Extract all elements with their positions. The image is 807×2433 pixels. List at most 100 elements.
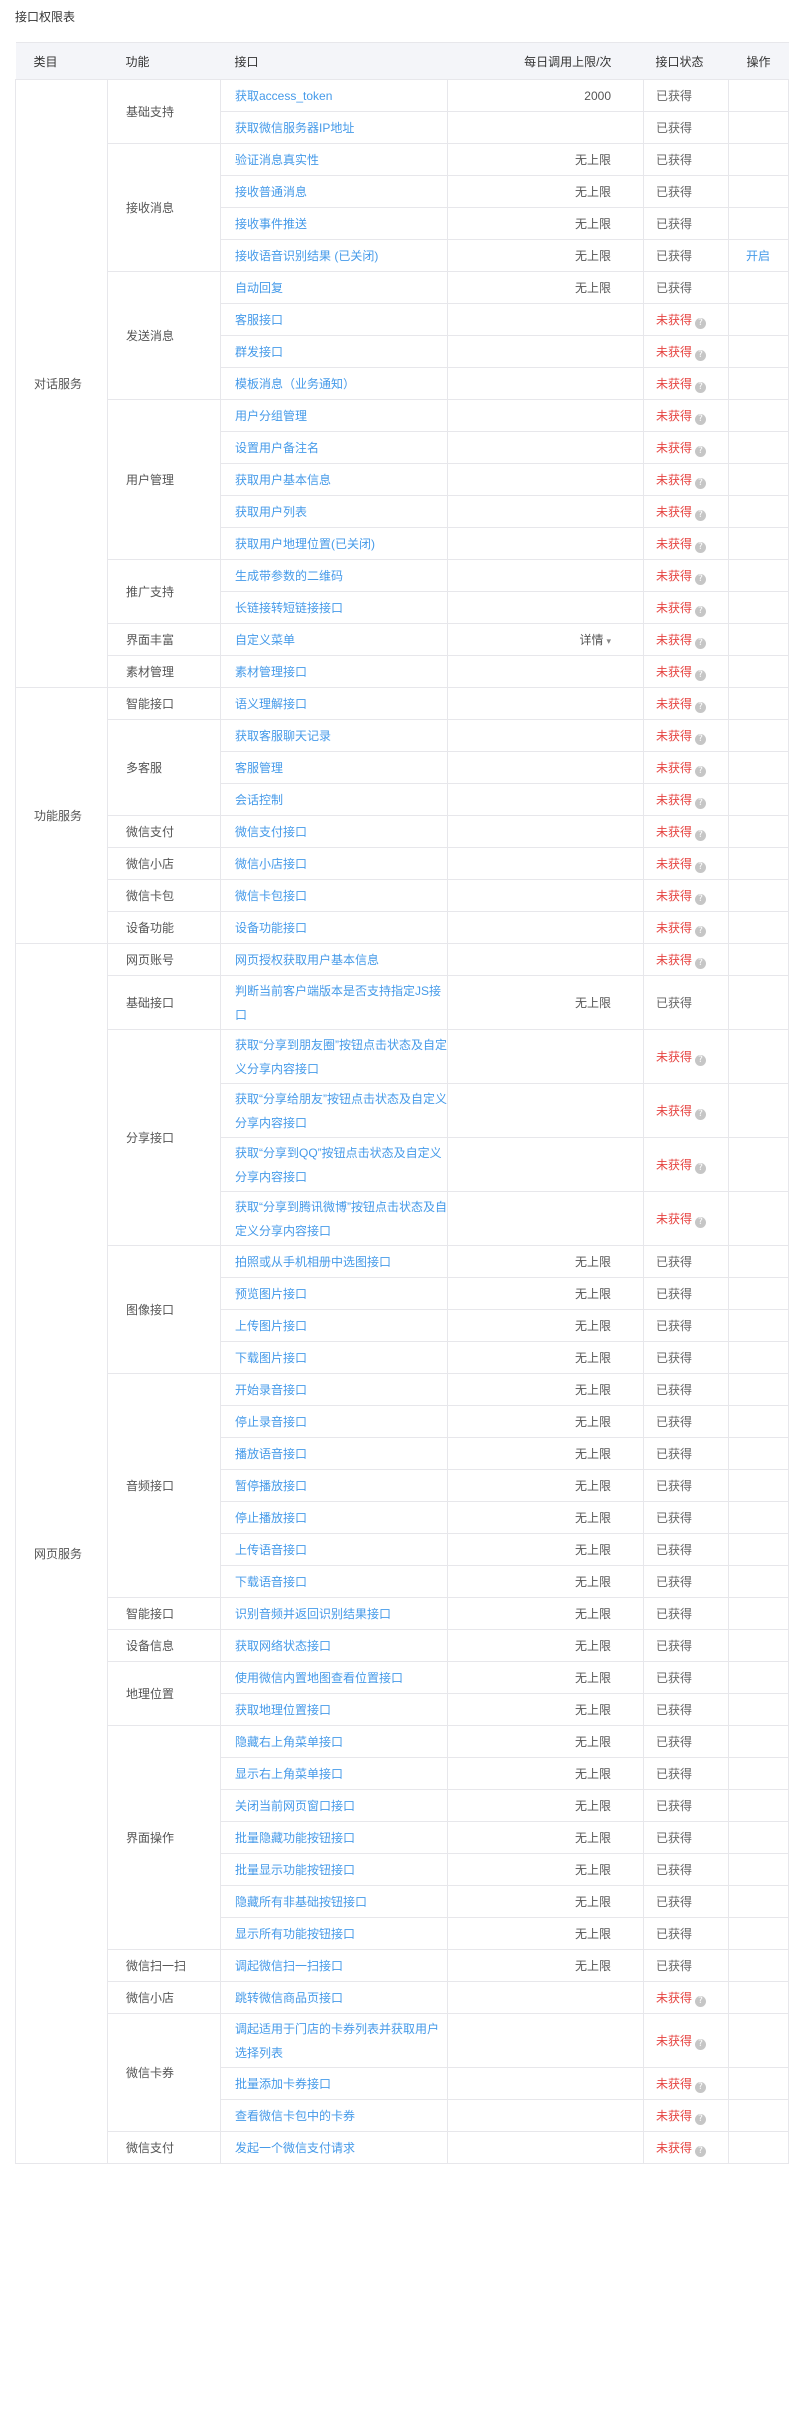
help-icon[interactable]: ? <box>695 1216 707 1228</box>
help-icon[interactable]: ? <box>695 701 707 713</box>
interface-link[interactable]: 调起微信扫一扫接口 <box>235 1954 343 1978</box>
interface-link[interactable]: 判断当前客户端版本是否支持指定JS接口 <box>235 979 447 1027</box>
interface-link[interactable]: 显示所有功能按钮接口 <box>235 1922 355 1946</box>
interface-link[interactable]: 发起一个微信支付请求 <box>235 2136 355 2160</box>
interface-link[interactable]: 获取用户基本信息 <box>235 468 331 492</box>
help-icon[interactable]: ? <box>695 957 707 969</box>
help-icon[interactable]: ? <box>695 381 707 393</box>
help-icon[interactable]: ? <box>695 637 707 649</box>
status-not-obtained: 未获得 <box>656 1049 693 1064</box>
help-icon[interactable]: ? <box>695 893 707 905</box>
help-icon[interactable]: ? <box>695 317 707 329</box>
help-icon[interactable]: ? <box>695 765 707 777</box>
help-icon[interactable]: ? <box>695 733 707 745</box>
help-icon[interactable]: ? <box>695 2038 707 2050</box>
status-not-obtained: 未获得 <box>656 760 693 775</box>
interface-link[interactable]: 获取access_token <box>235 84 332 108</box>
interface-link[interactable]: 验证消息真实性 <box>235 148 319 172</box>
interface-link[interactable]: 长链接转短链接接口 <box>235 596 343 620</box>
interface-link[interactable]: 生成带参数的二维码 <box>235 564 343 588</box>
chevron-down-icon[interactable]: ▾ <box>606 636 611 646</box>
interface-link[interactable]: 接收普通消息 <box>235 180 307 204</box>
daily-limit-cell[interactable]: 详情 ▾ <box>447 623 644 656</box>
interface-link[interactable]: 隐藏右上角菜单接口 <box>235 1730 343 1754</box>
interface-link[interactable]: 拍照或从手机相册中选图接口 <box>235 1250 391 1274</box>
help-icon[interactable]: ? <box>695 349 707 361</box>
interface-link[interactable]: 模板消息（业务通知） <box>235 372 355 396</box>
interface-link[interactable]: 自动回复 <box>235 276 283 300</box>
interface-link[interactable]: 获取用户列表 <box>235 500 307 524</box>
help-icon[interactable]: ? <box>695 669 707 681</box>
interface-link[interactable]: 批量隐藏功能按钮接口 <box>235 1826 355 1850</box>
help-icon[interactable]: ? <box>695 509 707 521</box>
interface-link[interactable]: 语义理解接口 <box>235 692 307 716</box>
interface-link[interactable]: 批量显示功能按钮接口 <box>235 1858 355 1882</box>
interface-link[interactable]: 停止播放接口 <box>235 1506 307 1530</box>
interface-link[interactable]: 获取地理位置接口 <box>235 1698 331 1722</box>
interface-link[interactable]: 使用微信内置地图查看位置接口 <box>235 1666 403 1690</box>
function-cell: 设备功能 <box>107 911 221 944</box>
help-icon[interactable]: ? <box>695 477 707 489</box>
enable-link[interactable]: 开启 <box>746 249 770 263</box>
help-icon[interactable]: ? <box>695 861 707 873</box>
help-icon[interactable]: ? <box>695 1995 707 2007</box>
status-cell: 已获得 <box>643 1309 729 1342</box>
interface-link[interactable]: 上传图片接口 <box>235 1314 307 1338</box>
interface-link[interactable]: 关闭当前网页窗口接口 <box>235 1794 355 1818</box>
interface-link[interactable]: 微信卡包接口 <box>235 884 307 908</box>
help-icon[interactable]: ? <box>695 1108 707 1120</box>
interface-link[interactable]: 查看微信卡包中的卡券 <box>235 2104 355 2128</box>
interface-link[interactable]: 获取用户地理位置(已关闭) <box>235 532 375 556</box>
interface-link[interactable]: 获取“分享给朋友”按钮点击状态及自定义分享内容接口 <box>235 1087 447 1135</box>
interface-link[interactable]: 暂停播放接口 <box>235 1474 307 1498</box>
status-cell: 已获得 <box>643 1597 729 1630</box>
interface-link[interactable]: 跳转微信商品页接口 <box>235 1986 343 2010</box>
help-icon[interactable]: ? <box>695 541 707 553</box>
help-icon[interactable]: ? <box>695 445 707 457</box>
interface-link[interactable]: 微信小店接口 <box>235 852 307 876</box>
interface-link[interactable]: 素材管理接口 <box>235 660 307 684</box>
interface-link[interactable]: 微信支付接口 <box>235 820 307 844</box>
help-icon[interactable]: ? <box>695 2113 707 2125</box>
interface-link[interactable]: 客服接口 <box>235 308 283 332</box>
interface-link[interactable]: 播放语音接口 <box>235 1442 307 1466</box>
interface-link[interactable]: 接收语音识别结果 (已关闭) <box>235 244 378 268</box>
help-icon[interactable]: ? <box>695 573 707 585</box>
interface-link[interactable]: 隐藏所有非基础按钮接口 <box>235 1890 367 1914</box>
help-icon[interactable]: ? <box>695 1162 707 1174</box>
help-icon[interactable]: ? <box>695 829 707 841</box>
interface-link[interactable]: 自定义菜单 <box>235 628 295 652</box>
interface-link[interactable]: 下载图片接口 <box>235 1346 307 1370</box>
interface-link[interactable]: 网页授权获取用户基本信息 <box>235 948 379 972</box>
help-icon[interactable]: ? <box>695 797 707 809</box>
interface-link[interactable]: 获取“分享到腾讯微博”按钮点击状态及自定义分享内容接口 <box>235 1195 447 1243</box>
help-icon[interactable]: ? <box>695 2081 707 2093</box>
interface-link[interactable]: 显示右上角菜单接口 <box>235 1762 343 1786</box>
interface-link[interactable]: 调起适用于门店的卡券列表并获取用户选择列表 <box>235 2017 447 2065</box>
help-icon[interactable]: ? <box>695 1054 707 1066</box>
interface-link[interactable]: 预览图片接口 <box>235 1282 307 1306</box>
daily-limit-cell: 无上限 <box>447 1693 644 1726</box>
interface-link[interactable]: 获取“分享到朋友圈”按钮点击状态及自定义分享内容接口 <box>235 1033 447 1081</box>
interface-link[interactable]: 批量添加卡券接口 <box>235 2072 331 2096</box>
interface-link[interactable]: 获取网络状态接口 <box>235 1634 331 1658</box>
interface-link[interactable]: 用户分组管理 <box>235 404 307 428</box>
interface-link[interactable]: 群发接口 <box>235 340 283 364</box>
interface-link[interactable]: 会话控制 <box>235 788 283 812</box>
interface-link[interactable]: 识别音频并返回识别结果接口 <box>235 1602 391 1626</box>
help-icon[interactable]: ? <box>695 925 707 937</box>
interface-link[interactable]: 停止录音接口 <box>235 1410 307 1434</box>
help-icon[interactable]: ? <box>695 2145 707 2157</box>
interface-link[interactable]: 设置用户备注名 <box>235 436 319 460</box>
interface-link[interactable]: 接收事件推送 <box>235 212 307 236</box>
interface-link[interactable]: 开始录音接口 <box>235 1378 307 1402</box>
interface-link[interactable]: 设备功能接口 <box>235 916 307 940</box>
interface-link[interactable]: 获取客服聊天记录 <box>235 724 331 748</box>
help-icon[interactable]: ? <box>695 413 707 425</box>
interface-link[interactable]: 上传语音接口 <box>235 1538 307 1562</box>
interface-link[interactable]: 获取“分享到QQ”按钮点击状态及自定义分享内容接口 <box>235 1141 447 1189</box>
interface-link[interactable]: 客服管理 <box>235 756 283 780</box>
help-icon[interactable]: ? <box>695 605 707 617</box>
interface-link[interactable]: 获取微信服务器IP地址 <box>235 116 354 140</box>
interface-link[interactable]: 下载语音接口 <box>235 1570 307 1594</box>
